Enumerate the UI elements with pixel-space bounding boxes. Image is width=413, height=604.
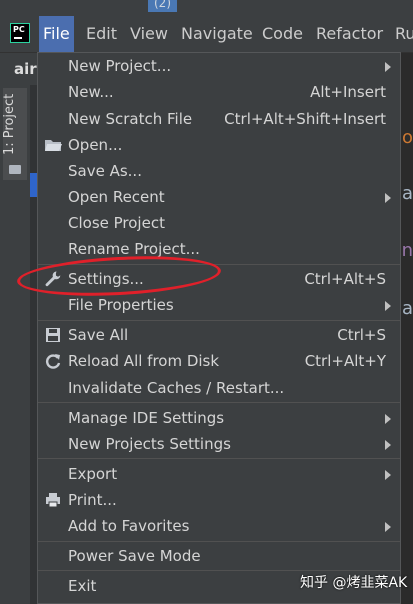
menu-item-open[interactable]: Open... xyxy=(38,132,400,158)
export-label: Export xyxy=(68,465,118,483)
menu-run[interactable]: Ru xyxy=(391,16,413,52)
file-properties-label: File Properties xyxy=(68,296,174,314)
invalidate-caches-label: Invalidate Caches / Restart... xyxy=(68,379,285,397)
menu-item-manage-ide-settings[interactable]: Manage IDE Settings xyxy=(38,405,400,431)
save-all-label: Save All xyxy=(68,326,129,344)
menu-code-label: Code xyxy=(262,24,303,43)
pycharm-logo-icon: PC xyxy=(10,23,30,43)
watermark: 知乎 @烤韭菜AK xyxy=(300,575,408,591)
menu-separator xyxy=(38,570,400,571)
submenu-arrow-icon xyxy=(385,301,391,311)
menubar: PC File Edit View Navigate Code Refactor… xyxy=(0,16,413,53)
open-recent-label: Open Recent xyxy=(68,188,165,206)
printer-icon xyxy=(46,493,60,508)
new-scratch-label: New Scratch File xyxy=(68,110,193,128)
submenu-arrow-icon xyxy=(385,193,391,203)
submenu-arrow-icon xyxy=(385,470,391,480)
editor-fragment-4: a xyxy=(401,298,413,319)
window-title-right: (2) xyxy=(148,0,177,12)
menu-item-open-recent[interactable]: Open Recent xyxy=(38,184,400,210)
menu-item-save-all[interactable]: Save All Ctrl+S xyxy=(38,322,400,348)
menu-navigate-label: Navigate xyxy=(181,24,253,43)
new-scratch-shortcut: Ctrl+Alt+Shift+Insert xyxy=(224,110,386,128)
power-save-mode-label: Power Save Mode xyxy=(68,547,201,565)
menu-file[interactable]: File xyxy=(39,16,74,52)
window-title-strip: (2) xyxy=(0,0,413,16)
refresh-icon xyxy=(46,354,61,369)
settings-shortcut: Ctrl+Alt+S xyxy=(304,270,386,288)
reload-all-shortcut: Ctrl+Alt+Y xyxy=(304,352,386,370)
menu-separator xyxy=(38,320,400,321)
menu-item-add-to-favorites[interactable]: Add to Favorites xyxy=(38,513,400,539)
project-tool-tab-label: 1: Project xyxy=(2,93,17,155)
menu-item-close-project[interactable]: Close Project xyxy=(38,210,400,236)
editor-fragment-1: o xyxy=(401,127,413,148)
menu-item-file-properties[interactable]: File Properties xyxy=(38,292,400,318)
editor-fragment-3: n xyxy=(401,240,413,261)
menu-item-power-save-mode[interactable]: Power Save Mode xyxy=(38,543,400,569)
close-project-label: Close Project xyxy=(68,214,165,232)
menu-item-save-as[interactable]: Save As... xyxy=(38,158,400,184)
menu-refactor-label: Refactor xyxy=(316,24,384,43)
exit-label: Exit xyxy=(68,577,97,595)
menu-run-label: Ru xyxy=(395,24,413,43)
submenu-arrow-icon xyxy=(385,440,391,450)
menu-separator xyxy=(38,541,400,542)
menu-view[interactable]: View xyxy=(126,16,172,52)
new-project-label: New Project... xyxy=(68,57,172,75)
open-label: Open... xyxy=(68,136,123,154)
manage-ide-settings-label: Manage IDE Settings xyxy=(68,409,225,427)
reload-all-label: Reload All from Disk xyxy=(68,352,220,370)
new-label: New... xyxy=(68,83,114,101)
save-as-label: Save As... xyxy=(68,162,142,180)
submenu-arrow-icon xyxy=(385,62,391,72)
menu-item-invalidate-caches[interactable]: Invalidate Caches / Restart... xyxy=(38,375,400,401)
rename-project-label: Rename Project... xyxy=(68,240,200,258)
print-label: Print... xyxy=(68,491,117,509)
submenu-arrow-icon xyxy=(385,414,391,424)
save-all-shortcut: Ctrl+S xyxy=(337,326,386,344)
folder-open-icon xyxy=(45,140,62,151)
menu-item-export[interactable]: Export xyxy=(38,461,400,487)
submenu-arrow-icon xyxy=(385,522,391,532)
menu-view-label: View xyxy=(130,24,168,43)
menu-separator xyxy=(38,458,400,459)
menu-file-label: File xyxy=(43,24,70,43)
menu-refactor[interactable]: Refactor xyxy=(312,16,387,52)
menu-edit-label: Edit xyxy=(86,24,117,43)
save-disk-icon xyxy=(46,328,60,342)
new-projects-settings-label: New Projects Settings xyxy=(68,435,231,453)
folder-icon xyxy=(9,165,21,174)
menu-separator xyxy=(38,402,400,403)
add-to-favorites-label: Add to Favorites xyxy=(68,517,190,535)
menu-code[interactable]: Code xyxy=(258,16,307,52)
new-shortcut: Alt+Insert xyxy=(310,83,386,101)
editor-fragment-2: a xyxy=(401,183,413,204)
menu-item-reload-all[interactable]: Reload All from Disk Ctrl+Alt+Y xyxy=(38,348,400,374)
file-menu-popup: New Project... New... Alt+Insert New Scr… xyxy=(37,52,401,604)
menu-edit[interactable]: Edit xyxy=(82,16,121,52)
menu-item-new-projects-settings[interactable]: New Projects Settings xyxy=(38,431,400,457)
menu-item-new[interactable]: New... Alt+Insert xyxy=(38,79,400,105)
menu-item-print[interactable]: Print... xyxy=(38,487,400,513)
menu-item-new-scratch-file[interactable]: New Scratch File Ctrl+Alt+Shift+Insert xyxy=(38,106,400,132)
menu-item-new-project[interactable]: New Project... xyxy=(38,53,400,79)
menu-navigate[interactable]: Navigate xyxy=(177,16,257,52)
